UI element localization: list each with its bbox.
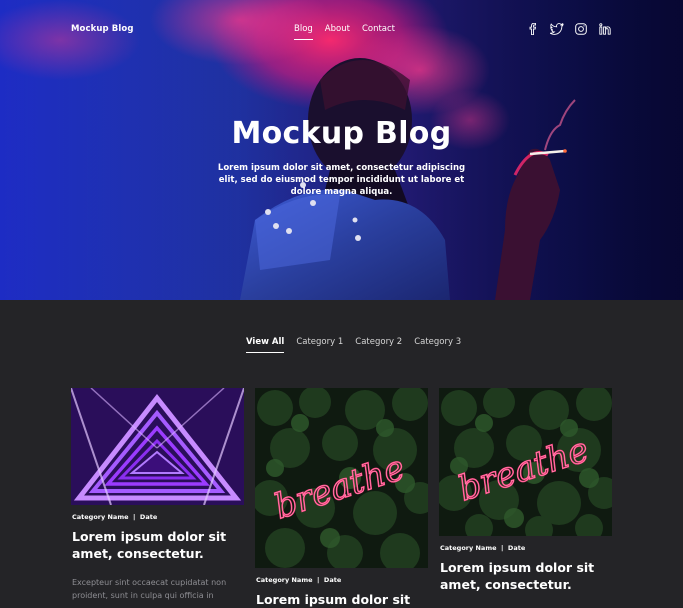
hero-subtitle: Lorem ipsum dolor sit amet, consectetur … xyxy=(217,163,466,197)
post-card[interactable]: Category Name | Date Lorem ipsum dolor s… xyxy=(71,388,244,602)
tab-view-all[interactable]: View All xyxy=(246,337,285,353)
twitter-icon[interactable] xyxy=(550,22,564,36)
post-title[interactable]: Lorem ipsum dolor sit amet, consectetur. xyxy=(440,559,611,593)
tab-category-1[interactable]: Category 1 xyxy=(296,337,343,353)
post-image-breathe-sign[interactable]: breathe breathe xyxy=(439,388,612,536)
post-card[interactable]: breathe breathe Category Name | Date Lor… xyxy=(439,388,612,593)
category-filter-tabs: View All Category 1 Category 2 Category … xyxy=(246,337,461,353)
facebook-icon[interactable] xyxy=(526,22,540,36)
post-meta: Category Name | Date xyxy=(440,544,526,552)
social-links xyxy=(526,22,612,36)
linkedin-icon[interactable] xyxy=(598,22,612,36)
instagram-icon[interactable] xyxy=(574,22,588,36)
post-image-neon-tunnel[interactable] xyxy=(71,388,244,505)
post-title[interactable]: Lorem ipsum dolor sit amet, consectetur. xyxy=(72,528,243,562)
nav-item-contact[interactable]: Contact xyxy=(362,24,395,40)
post-image-breathe-sign[interactable]: breathe breathe xyxy=(255,388,428,568)
post-meta: Category Name | Date xyxy=(256,576,342,584)
post-excerpt: Excepteur sint occaecat cupidatat non pr… xyxy=(72,578,227,600)
hero-title: Mockup Blog xyxy=(231,116,452,151)
site-brand[interactable]: Mockup Blog xyxy=(71,24,134,34)
tab-category-3[interactable]: Category 3 xyxy=(414,337,461,353)
nav-item-about[interactable]: About xyxy=(325,24,350,40)
post-card[interactable]: breathe breathe Category Name | Date Lor… xyxy=(255,388,428,608)
nav-item-blog[interactable]: Blog xyxy=(294,24,313,40)
main-nav: Blog About Contact xyxy=(294,24,395,40)
hero-banner: Mockup Blog Blog About Contact Mockup Bl… xyxy=(0,0,683,300)
post-meta: Category Name | Date xyxy=(72,513,158,521)
tab-category-2[interactable]: Category 2 xyxy=(355,337,402,353)
